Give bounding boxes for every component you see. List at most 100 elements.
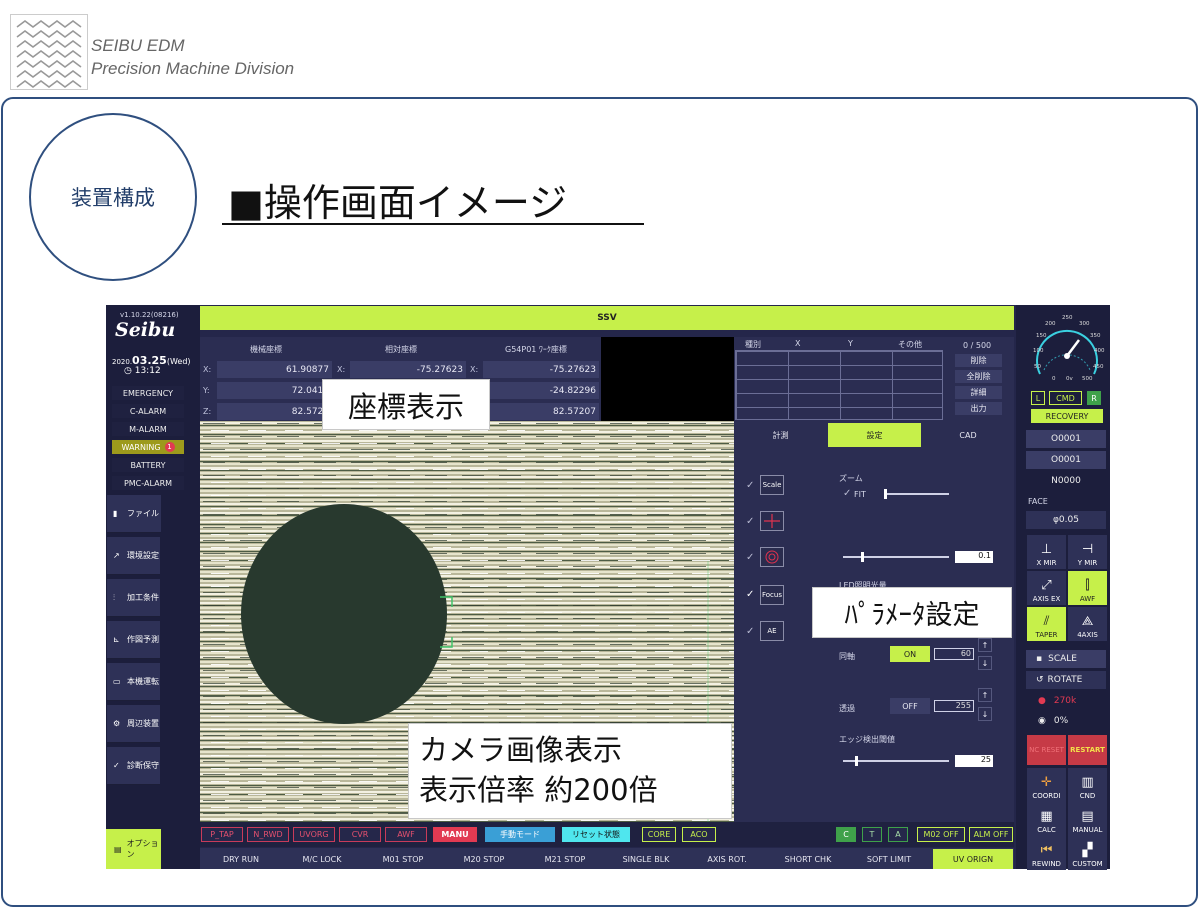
alarm-emergency[interactable]: EMERGENCY (112, 386, 184, 400)
alarm-m[interactable]: M-ALARM (112, 422, 184, 436)
scroll-up-2[interactable]: ↑ (978, 688, 992, 702)
clock-icon: ◷ (124, 366, 132, 376)
sidebar-item-env[interactable]: ↗ 環境設定 (107, 537, 160, 575)
alm-off-button[interactable]: ALM OFF (969, 827, 1013, 842)
edge-slider[interactable] (843, 756, 949, 766)
focus-check-icon[interactable]: ✓ (746, 590, 756, 600)
axis-ex-button[interactable]: ⤢ AXIS EX (1027, 571, 1066, 605)
tab-measure[interactable]: 計測 (734, 423, 827, 447)
custom-button[interactable]: ▞ CUSTOM (1068, 836, 1107, 870)
rewind-label: REWIND (1032, 860, 1061, 868)
scale-button[interactable]: ▪ SCALE (1026, 650, 1106, 668)
core-button[interactable]: CORE (642, 827, 676, 842)
manual-mode-button[interactable]: 手動モード (485, 827, 555, 842)
alarm-pmc[interactable]: PMC-ALARM (112, 476, 184, 490)
sidebar-item-peripheral[interactable]: ⚙ 周辺装置 (107, 705, 160, 743)
sidebar-item-operation[interactable]: ▭ 本機運転 (107, 663, 160, 701)
rotate-button[interactable]: ↺ ROTATE (1026, 671, 1106, 689)
coaxial-value-field[interactable]: 60 (934, 648, 974, 660)
t-button[interactable]: T (862, 827, 882, 842)
point-list-table[interactable] (735, 350, 943, 420)
manual-button[interactable]: ▤ MANUAL (1068, 802, 1107, 836)
gauge-tick-350: 350 (1090, 333, 1101, 339)
fkey-m20-stop[interactable]: M20 STOP (444, 849, 524, 869)
fkey-short-chk[interactable]: SHORT CHK (768, 849, 848, 869)
alarm-battery[interactable]: BATTERY (112, 458, 184, 472)
sidebar-item-drawing[interactable]: ⊾ 作図予測 (107, 621, 160, 659)
fit-check-icon[interactable]: ✓ (843, 489, 853, 499)
param-slider[interactable] (843, 552, 949, 562)
scroll-up-1[interactable]: ↑ (978, 638, 992, 652)
l-button[interactable]: L (1031, 391, 1045, 405)
status-manu[interactable]: MANU (433, 827, 477, 842)
status-p-tap[interactable]: P_TAP (201, 827, 243, 842)
voltage-gauge: 50 100 150 200 250 300 350 400 450 0 0v … (1028, 310, 1106, 386)
scroll-down-1[interactable]: ↓ (978, 656, 992, 670)
crosshair-check-icon[interactable]: ✓ (746, 517, 756, 527)
target-icon[interactable] (760, 547, 784, 567)
transmit-off-button[interactable]: OFF (890, 698, 930, 714)
sidebar-item-file[interactable]: ▮ ファイル (107, 495, 161, 533)
fkey-m21-stop[interactable]: M21 STOP (525, 849, 605, 869)
rewind-button[interactable]: ⏮ REWIND (1027, 836, 1066, 870)
coordi-button[interactable]: ✛ COORDI (1027, 768, 1066, 802)
reset-state-button[interactable]: リセット状態 (562, 827, 630, 842)
cmd-button[interactable]: CMD (1049, 391, 1082, 405)
coaxial-on-button[interactable]: ON (890, 646, 930, 662)
fkey-mc-lock[interactable]: M/C LOCK (282, 849, 362, 869)
calc-button[interactable]: ▦ CALC (1027, 802, 1066, 836)
fkey-m01-stop[interactable]: M01 STOP (363, 849, 443, 869)
taper-button[interactable]: ⫽ TAPER (1027, 607, 1066, 641)
fkey-single-blk[interactable]: SINGLE BLK (606, 849, 686, 869)
param-value-field[interactable]: 0.1 (955, 551, 993, 563)
alarm-warning[interactable]: WARNING 1 (112, 440, 184, 454)
fkey-soft-limit[interactable]: SOFT LIMIT (849, 849, 929, 869)
ae-toggle[interactable]: AE (760, 621, 784, 641)
scale-check-icon[interactable]: ✓ (746, 481, 756, 491)
fkey-dry-run[interactable]: DRY RUN (201, 849, 281, 869)
awf-button[interactable]: ⫿ AWF (1068, 571, 1107, 605)
4axis-button[interactable]: ⟁ 4AXIS (1068, 607, 1107, 641)
restart-button[interactable]: RESTART (1068, 735, 1107, 765)
fkey-uv-orign[interactable]: UV ORIGN (933, 849, 1013, 869)
transmit-value-field[interactable]: 255 (934, 700, 974, 712)
nc-reset-button[interactable]: NC RESET (1027, 735, 1066, 765)
work-z: 82.57207 (483, 403, 599, 420)
delete-all-button[interactable]: 全削除 (955, 370, 1002, 383)
aco-button[interactable]: ACO (682, 827, 716, 842)
sidebar-item-diagnosis[interactable]: ✓ 診断保守 (107, 747, 160, 785)
c-button[interactable]: C (836, 827, 856, 842)
y-mir-button[interactable]: ⊣ Y MIR (1068, 535, 1107, 569)
param-slider-handle[interactable] (861, 552, 864, 562)
details-button[interactable]: 詳細 (955, 386, 1002, 399)
r-button[interactable]: R (1087, 391, 1101, 405)
alarm-c[interactable]: C-ALARM (112, 404, 184, 418)
status-n-rwd[interactable]: N_RWD (247, 827, 289, 842)
fkey-axis-rot[interactable]: AXIS ROT. (687, 849, 767, 869)
edge-slider-handle[interactable] (855, 756, 858, 766)
delete-button[interactable]: 削除 (955, 354, 1002, 367)
status-cvr[interactable]: CVR (339, 827, 381, 842)
cnd-button[interactable]: ▥ CND (1068, 768, 1107, 802)
sidebar-item-condition[interactable]: ⫶ 加工条件 (107, 579, 160, 617)
scroll-down-2[interactable]: ↓ (978, 707, 992, 721)
zoom-slider-handle[interactable] (884, 489, 887, 499)
scale-toggle[interactable]: Scale (760, 475, 784, 495)
ae-check-icon[interactable]: ✓ (746, 627, 756, 637)
zoom-slider[interactable] (884, 489, 949, 499)
x-mir-button[interactable]: ⊥ X MIR (1027, 535, 1066, 569)
target-check-icon[interactable]: ✓ (746, 553, 756, 563)
output-button[interactable]: 出力 (955, 402, 1002, 415)
red-value: 270k (1053, 696, 1077, 706)
edge-value-field[interactable]: 25 (955, 755, 993, 767)
a-button[interactable]: A (888, 827, 908, 842)
m02-off-button[interactable]: M02 OFF (917, 827, 965, 842)
crosshair-icon[interactable] (760, 511, 784, 531)
tab-cad[interactable]: CAD (922, 423, 1014, 447)
focus-toggle[interactable]: Focus (760, 585, 784, 605)
recovery-button[interactable]: RECOVERY (1031, 409, 1103, 423)
status-uvorg[interactable]: UVORG (293, 827, 335, 842)
tab-settings[interactable]: 設定 (828, 423, 921, 447)
status-awf[interactable]: AWF (385, 827, 427, 842)
option-button[interactable]: ▤ オプション (106, 829, 161, 869)
